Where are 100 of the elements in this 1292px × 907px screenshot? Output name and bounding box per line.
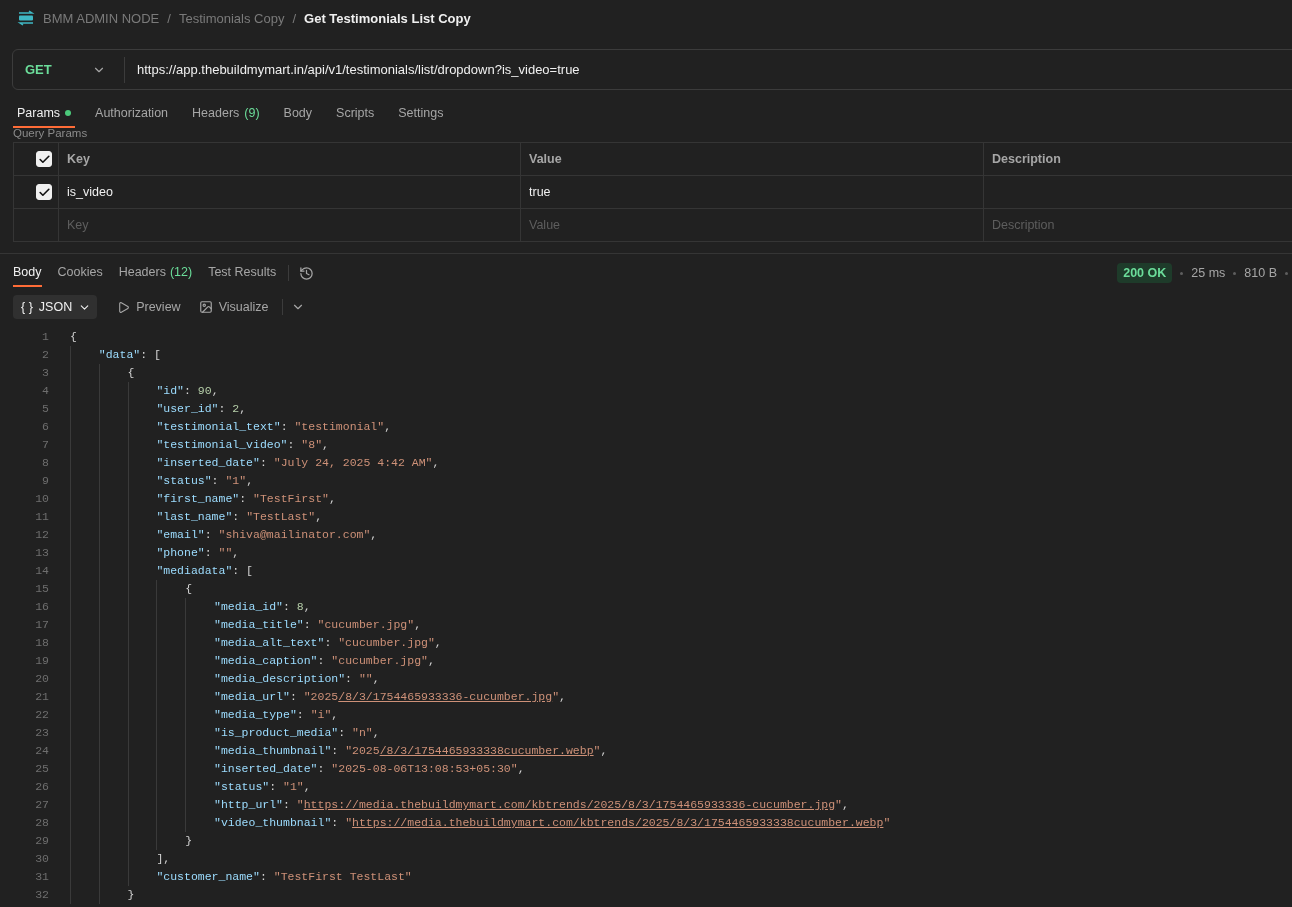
code-line: "testimonial_text": "testimonial", <box>156 419 392 435</box>
code-line: "media_type": "i", <box>214 707 339 723</box>
line-number: 17 <box>34 617 49 633</box>
line-number: 27 <box>34 797 49 813</box>
url-link[interactable]: /8/3/1754465933336-cucumber.jpg <box>338 690 553 703</box>
line-number: 25 <box>34 761 49 777</box>
response-tab[interactable]: Headers (12) <box>118 259 193 287</box>
request-tab[interactable]: Settings <box>394 100 448 128</box>
section-title: Query Params <box>12 128 89 141</box>
code-line: "media_thumbnail": "2025/8/3/1754465933338cucumber.webp", <box>214 743 608 759</box>
code-line: "data": [ <box>98 347 161 363</box>
code-line: "phone": "", <box>156 545 240 561</box>
code-line: "customer_name": "TestFirst TestLast" <box>156 869 412 885</box>
line-number: 18 <box>34 635 49 651</box>
code-line: ], <box>156 851 171 867</box>
line-number: 13 <box>34 545 49 561</box>
format-dropdown[interactable]: { } JSON <box>13 295 98 319</box>
url-text: https://app.thebuildmymart.in/api/v1/testimonials/list/dropdown?is_video=true <box>137 62 580 77</box>
preview-button[interactable]: Preview <box>111 300 187 314</box>
arrows-icon <box>17 10 35 26</box>
line-number: 19 <box>34 653 49 669</box>
line-number: 28 <box>34 815 49 831</box>
code-line: "http_url": "https://media.thebuildmymart.com/kbtrends/2025/8/3/1754465933336-cucumber.jpg", <box>214 797 849 813</box>
line-number: 30 <box>34 851 49 867</box>
line-number: 29 <box>34 833 49 849</box>
code-line: "media_description": "", <box>214 671 380 687</box>
line-number: 26 <box>34 779 49 795</box>
code-line: "inserted_date": "July 24, 2025 4:42 AM", <box>156 455 440 471</box>
code-line: } <box>185 833 193 849</box>
code-line: "last_name": "TestLast", <box>156 509 323 525</box>
code-line: "testimonial_video": "8", <box>156 437 329 453</box>
line-number: 24 <box>34 743 49 759</box>
column-header: Description <box>984 143 1292 176</box>
url-bar[interactable]: GET https://app.thebuildmymart.in/api/v1/testimonials/list/dropdown?is_video=true <box>12 49 1292 90</box>
column-header: Value <box>521 143 984 176</box>
response-tab[interactable]: Cookies <box>57 259 103 287</box>
line-number: 5 <box>41 401 49 417</box>
code-line: "video_thumbnail": "https://media.thebuildmymart.com/kbtrends/2025/8/3/1754465933338cucumber.webp" <box>214 815 891 831</box>
code-line: "media_alt_text": "cucumber.jpg", <box>214 635 442 651</box>
line-number: 20 <box>34 671 49 687</box>
code-line: "mediadata": [ <box>156 563 254 579</box>
line-number: 4 <box>41 383 49 399</box>
response-tab[interactable]: Test Results <box>208 259 277 287</box>
visualize-button[interactable]: Visualize <box>192 300 275 314</box>
url-link[interactable]: /8/3/1754465933338cucumber.webp <box>379 744 594 757</box>
response-size: 810 B <box>1244 266 1277 280</box>
code-line: "email": "shiva@mailinator.com", <box>156 527 378 543</box>
tab-count: (12) <box>169 265 193 279</box>
line-number: 6 <box>41 419 49 435</box>
line-number: 9 <box>41 473 49 489</box>
request-tab[interactable]: Headers (9) <box>188 100 264 128</box>
code-line: "is_product_media": "n", <box>214 725 380 741</box>
code-line: { <box>70 329 77 345</box>
play-icon <box>117 300 131 314</box>
breadcrumb-item: Get Testimonials List Copy <box>304 10 471 26</box>
tab-count: (9) <box>244 106 260 120</box>
code-line: } <box>127 887 135 903</box>
code-line: "user_id": 2, <box>156 401 247 417</box>
url-link[interactable]: https://media.thebuildmymart.com/kbtrends/2025/8/3/1754465933338cucumber.webp <box>352 816 884 829</box>
request-tab[interactable]: Authorization <box>91 100 173 128</box>
code-line: { <box>127 365 135 381</box>
request-tab[interactable]: Scripts <box>332 100 379 128</box>
checkbox[interactable] <box>36 151 52 167</box>
line-number: 32 <box>34 887 49 903</box>
code-line: "media_caption": "cucumber.jpg", <box>214 653 435 669</box>
code-line: "media_id": 8, <box>214 599 311 615</box>
request-tab[interactable]: Body <box>279 100 317 128</box>
response-tab[interactable]: Body <box>13 259 42 287</box>
breadcrumb-separator: / <box>167 10 171 26</box>
code-line: { <box>185 581 193 597</box>
method-select[interactable]: GET <box>13 56 125 83</box>
line-number: 11 <box>34 509 49 525</box>
request-tab[interactable]: Params <box>13 100 76 128</box>
line-number: 31 <box>34 869 49 885</box>
line-number: 14 <box>34 563 49 579</box>
line-number: 22 <box>34 707 49 723</box>
code-line: "first_name": "TestFirst", <box>156 491 336 507</box>
history-icon[interactable] <box>299 265 315 281</box>
breadcrumb-separator: / <box>292 10 297 26</box>
line-number: 3 <box>41 365 49 381</box>
line-number: 7 <box>41 437 49 453</box>
url-link[interactable]: https://media.thebuildmymart.com/kbtrends/2025/8/3/1754465933336-cucumber.jpg <box>303 798 836 811</box>
line-number: 12 <box>34 527 49 543</box>
line-number: 8 <box>41 455 49 471</box>
status-badge: 200 OK <box>1117 263 1173 283</box>
response-time: 25 ms <box>1191 266 1226 280</box>
code-line: "media_title": "cucumber.jpg", <box>214 617 422 633</box>
column-header: Key <box>59 143 521 176</box>
code-line: "status": "1", <box>156 473 254 489</box>
table-cell: is_video <box>59 176 521 209</box>
breadcrumb-item[interactable]: Testimonials Copy <box>178 10 285 26</box>
line-number: 10 <box>34 491 49 507</box>
line-number: 21 <box>34 689 49 705</box>
line-number: 23 <box>34 725 49 741</box>
checkbox[interactable] <box>36 184 52 200</box>
code-line: "media_url": "2025/8/3/1754465933336-cucumber.jpg", <box>214 689 566 705</box>
code-line: "inserted_date": "2025-08-06T13:08:53+05:30", <box>214 761 525 777</box>
code-line: "status": "1", <box>214 779 311 795</box>
image-icon <box>198 300 213 314</box>
breadcrumb-item[interactable]: BMM ADMIN NODE <box>43 10 160 26</box>
